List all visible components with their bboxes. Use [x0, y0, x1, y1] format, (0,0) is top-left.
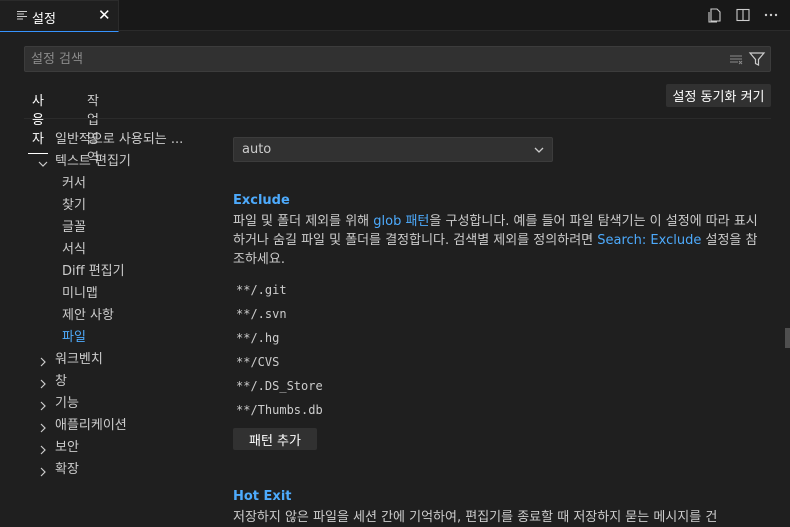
- toc-item[interactable]: 미니맵: [24, 283, 214, 305]
- setting-description-exclude: 파일 및 폴더 제외를 위해 glob 패턴을 구성합니다. 예를 들어 파일 …: [233, 212, 763, 269]
- toc-item[interactable]: 서식: [24, 239, 214, 261]
- toc-item[interactable]: 파일: [24, 327, 214, 349]
- exclude-pattern-item[interactable]: **/CVS: [236, 355, 279, 369]
- toc-item[interactable]: 글꼴: [24, 217, 214, 239]
- dropdown-value: auto: [242, 142, 272, 157]
- tab-label: 설정: [32, 12, 56, 27]
- filter-icon[interactable]: [748, 50, 766, 68]
- toc-item[interactable]: 워크벤치: [24, 349, 214, 371]
- divider: [24, 118, 771, 119]
- chevron-right-icon: [37, 354, 49, 367]
- exclude-pattern-item[interactable]: **/Thumbs.db: [236, 403, 323, 417]
- chevron-right-icon: [37, 420, 49, 433]
- toc-item[interactable]: 기능: [24, 393, 214, 415]
- toc-item[interactable]: 찾기: [24, 195, 214, 217]
- toc-item[interactable]: 확장: [24, 459, 214, 481]
- chevron-right-icon: [37, 464, 49, 477]
- toc-item-label: 글꼴: [62, 220, 86, 235]
- toc-item-label: 확장: [55, 462, 79, 477]
- toc-item-label: 일반적으로 사용되는 ...: [55, 132, 184, 147]
- desc-text: 파일 및 폴더 제외를 위해: [233, 214, 374, 229]
- add-pattern-button[interactable]: 패턴 추가: [233, 428, 317, 450]
- settings-file-icon: [16, 9, 28, 21]
- toc-item[interactable]: 텍스트 편집기: [24, 151, 214, 173]
- chevron-down-icon: [37, 156, 49, 168]
- open-json-icon[interactable]: [706, 6, 724, 24]
- editor-tab-bar: 설정 ✕: [0, 0, 790, 32]
- setting-title-exclude: Exclude: [233, 193, 290, 208]
- more-actions-icon[interactable]: [762, 6, 780, 24]
- tab-settings[interactable]: 설정 ✕: [0, 0, 119, 32]
- toc-item[interactable]: 창: [24, 371, 214, 393]
- chevron-right-icon: [37, 398, 49, 411]
- setting-title-hot-exit: Hot Exit: [233, 489, 292, 504]
- toc-item-label: 서식: [62, 242, 86, 257]
- toc-item[interactable]: 일반적으로 사용되는 ...: [24, 129, 214, 151]
- clear-filter-icon[interactable]: [728, 51, 744, 67]
- sync-settings-button[interactable]: 설정 동기화 켜기: [666, 84, 771, 107]
- toc-item[interactable]: 제안 사항: [24, 305, 214, 327]
- chevron-right-icon: [37, 442, 49, 455]
- search-input[interactable]: [25, 47, 715, 71]
- toc-item-label: 애플리케이션: [55, 418, 127, 433]
- toc-item-label: 보안: [55, 440, 79, 455]
- toc-item-label: 미니맵: [62, 286, 98, 301]
- toc-item-label: 기능: [55, 396, 79, 411]
- exclude-pattern-item[interactable]: **/.hg: [236, 331, 279, 345]
- toc-item-label: 찾기: [62, 198, 86, 213]
- toc-item-label: Diff 편집기: [62, 264, 125, 279]
- toc-item-label: 텍스트 편집기: [55, 154, 131, 169]
- toc-item[interactable]: Diff 편집기: [24, 261, 214, 283]
- toc-item-label: 파일: [62, 330, 86, 345]
- chevron-down-icon: [532, 143, 546, 157]
- toc-item[interactable]: 커서: [24, 173, 214, 195]
- toc-item-label: 제안 사항: [62, 308, 114, 323]
- setting-dropdown[interactable]: auto: [233, 137, 553, 162]
- scrollbar-thumb[interactable]: [785, 328, 790, 348]
- exclude-pattern-item[interactable]: **/.svn: [236, 307, 287, 321]
- exclude-pattern-item[interactable]: **/.DS_Store: [236, 379, 323, 393]
- glob-pattern-link[interactable]: glob 패턴: [373, 214, 429, 229]
- close-icon[interactable]: ✕: [98, 7, 111, 23]
- settings-search-box: [24, 46, 771, 72]
- search-exclude-link[interactable]: Search: Exclude: [597, 233, 701, 248]
- split-editor-icon[interactable]: [734, 6, 752, 24]
- toc-item-label: 워크벤치: [55, 352, 103, 367]
- toc-item[interactable]: 애플리케이션: [24, 415, 214, 437]
- toc-item-label: 커서: [62, 176, 86, 191]
- chevron-right-icon: [37, 376, 49, 389]
- toc-item[interactable]: 보안: [24, 437, 214, 459]
- exclude-pattern-item[interactable]: **/.git: [236, 283, 287, 297]
- toc-item-label: 창: [55, 374, 67, 389]
